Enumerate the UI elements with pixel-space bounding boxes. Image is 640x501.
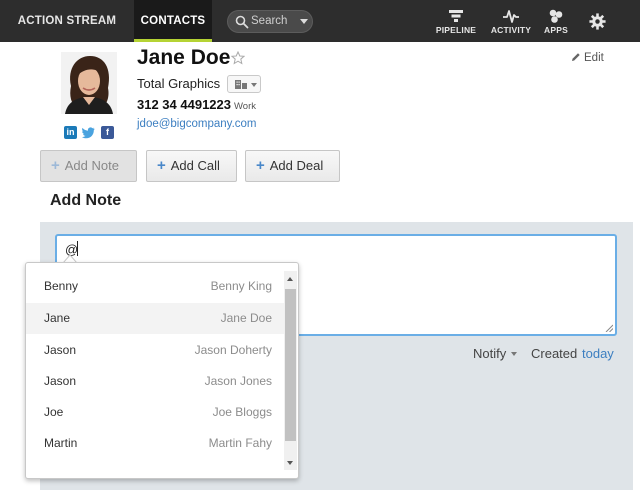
plus-icon: + [256,157,265,174]
mention-dropdown: Benny Benny King Jane Jane Doe Jason Jas… [25,262,299,479]
activity-icon [503,10,519,23]
add-note-heading: Add Note [50,192,122,209]
edit-label: Edit [584,52,604,64]
chevron-down-icon [251,83,257,87]
resize-handle[interactable] [605,324,613,332]
contact-email[interactable]: jdoe@bigcompany.com [137,118,257,130]
nav-activity[interactable]: ACTIVITY [488,0,534,42]
contact-name: Jane Doe [137,46,231,69]
scroll-up-icon[interactable] [287,277,293,281]
phone-type-label: Work [234,101,256,112]
building-icon [235,80,247,89]
pencil-icon [572,53,580,61]
settings-button[interactable] [585,0,609,42]
apps-icon [549,9,563,23]
avatar [61,52,117,114]
add-call-label: Add Call [170,158,220,173]
mention-first-name: Joe [44,405,64,419]
mention-first-name: Jason [44,374,77,388]
scroll-down-icon[interactable] [287,461,293,465]
mention-full-name: Jason Jones [204,374,272,388]
add-deal-button[interactable]: + Add Deal [245,150,340,182]
mention-option[interactable]: Benny Benny King [26,271,284,302]
mention-option[interactable]: Jane Jane Doe [26,303,284,334]
search-icon [235,15,249,29]
mention-full-name: Martin Fahy [208,436,272,450]
search-placeholder: Search [251,15,288,27]
mention-full-name: Joe Bloggs [212,405,272,419]
mention-full-name: Benny King [210,279,272,293]
contact-phone: 312 34 4491223 [137,97,231,112]
notify-dropdown[interactable]: Notify [473,346,506,361]
top-nav: ACTION STREAM CONTACTS Search PIPELINE A… [0,0,640,42]
plus-icon: + [157,157,166,174]
mention-first-name: Martin [44,436,78,450]
pipeline-icon [449,10,463,22]
gear-icon [588,13,606,30]
facebook-icon[interactable]: f [101,126,114,139]
mention-option[interactable]: Jason Jason Doherty [26,335,284,366]
mention-full-name: Jane Doe [220,311,272,325]
search-box[interactable]: Search [227,10,313,33]
mention-option[interactable]: Joe Joe Bloggs [26,397,284,428]
nav-pipeline[interactable]: PIPELINE [434,0,478,42]
company-dropdown[interactable] [227,75,261,93]
nav-pipeline-label: PIPELINE [435,25,477,35]
mention-first-name: Benny [44,279,79,293]
mention-option[interactable]: Jason Jason Jones [26,366,284,397]
twitter-icon[interactable] [82,126,95,139]
chevron-down-icon[interactable] [511,352,517,356]
contact-company[interactable]: Total Graphics [137,76,220,91]
mention-first-name: Jane [44,311,71,325]
edit-button[interactable]: Edit [571,52,604,64]
add-note-label: Add Note [64,158,119,173]
created-label: Created [531,346,578,361]
created-date-link[interactable]: today [582,346,614,361]
add-call-button[interactable]: + Add Call [146,150,237,182]
plus-icon: + [51,157,60,174]
scrollbar-thumb[interactable] [285,289,296,441]
star-icon[interactable] [231,51,245,65]
linkedin-icon[interactable]: in [64,126,77,139]
add-note-button[interactable]: + Add Note [40,150,137,182]
chevron-down-icon[interactable] [300,19,308,24]
add-deal-label: Add Deal [269,158,324,173]
tab-contacts[interactable]: CONTACTS [134,0,212,42]
dropdown-scrollbar[interactable] [284,271,297,470]
nav-apps-label: APPS [544,25,568,35]
nav-apps[interactable]: APPS [542,0,570,42]
mention-full-name: Jason Doherty [194,343,272,357]
mention-option[interactable]: Martin Martin Fahy [26,428,284,459]
mention-first-name: Jason [44,343,77,357]
text-cursor [77,241,78,256]
nav-activity-label: ACTIVITY [490,25,532,35]
tab-action-stream[interactable]: ACTION STREAM [0,0,134,42]
